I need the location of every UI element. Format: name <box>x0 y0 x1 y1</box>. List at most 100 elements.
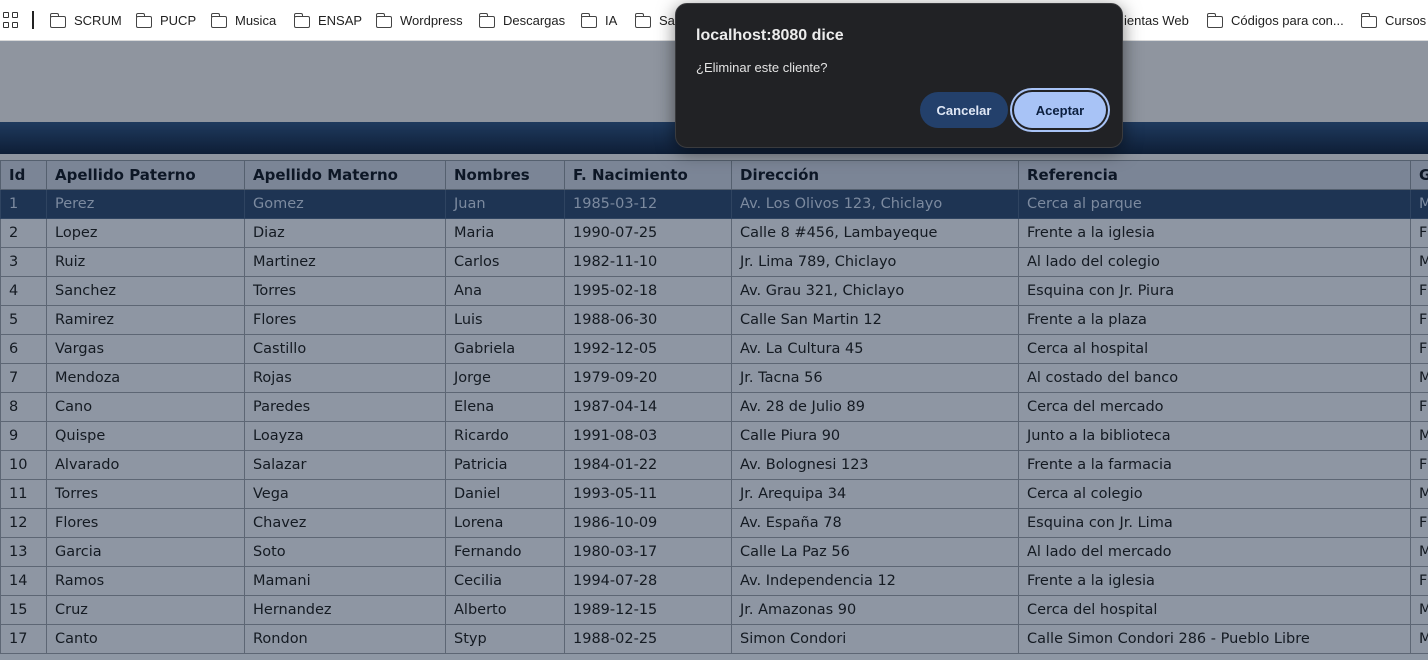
table-cell: Frente a la iglesia <box>1018 218 1411 248</box>
bookmark-label: IA <box>605 13 618 28</box>
table-row[interactable]: 1 Perez Gomez Juan 1985-03-12 Av. Los Olivos … <box>0 189 1428 219</box>
table-cell: 1990-07-25 <box>564 218 732 248</box>
folder-icon <box>1360 12 1377 28</box>
cancel-button[interactable]: Cancelar <box>920 92 1008 128</box>
folder-icon <box>1206 12 1223 28</box>
table-row[interactable]: 13 Garcia Soto Fernando 1980-03-17 Calle La P… <box>0 537 1428 567</box>
bookmark-label: Wordpress <box>400 13 463 28</box>
table-cell: F <box>1410 218 1428 248</box>
table-cell: 1991-08-03 <box>564 421 732 451</box>
table-cell: Quispe <box>46 421 245 451</box>
column-header: Nombres <box>445 160 565 190</box>
column-header: Referencia <box>1018 160 1411 190</box>
column-header: F. Nacimiento <box>564 160 732 190</box>
table-row[interactable]: 15 Cruz Hernandez Alberto 1989-12-15 Jr. Amaz… <box>0 595 1428 625</box>
table-cell: M <box>1410 479 1428 509</box>
table-cell: 1988-06-30 <box>564 305 732 335</box>
table-cell: Av. España 78 <box>731 508 1019 538</box>
apps-grid-icon[interactable] <box>3 12 19 28</box>
table-row[interactable]: 7 Mendoza Rojas Jorge 1979-09-20 Jr. Tacna 56… <box>0 363 1428 393</box>
table-cell: Av. Los Olivos 123, Chiclayo <box>731 189 1019 219</box>
folder-icon <box>49 12 66 28</box>
table-cell: 15 <box>0 595 47 625</box>
table-cell: Jr. Lima 789, Chiclayo <box>731 247 1019 277</box>
column-header: G <box>1410 160 1428 190</box>
table-cell: 10 <box>0 450 47 480</box>
table-cell: 1987-04-14 <box>564 392 732 422</box>
table-cell: 1992-12-05 <box>564 334 732 364</box>
table-header-row: Id Apellido Paterno Apellido Materno Nombre… <box>0 160 1428 190</box>
bookmark-folder[interactable]: PUCP <box>135 0 197 40</box>
bookmark-label: PUCP <box>160 13 197 28</box>
table-row[interactable]: 5 Ramirez Flores Luis 1988-06-30 Calle San Ma… <box>0 305 1428 335</box>
table-row[interactable]: 12 Flores Chavez Lorena 1986-10-09 Av. España… <box>0 508 1428 538</box>
table-cell: F <box>1410 450 1428 480</box>
table-cell: Alberto <box>445 595 565 625</box>
table-cell: Maria <box>445 218 565 248</box>
table-cell: Al lado del mercado <box>1018 537 1411 567</box>
table-row[interactable]: 14 Ramos Mamani Cecilia 1994-07-28 Av. Indepe… <box>0 566 1428 596</box>
column-header: Apellido Materno <box>244 160 446 190</box>
bookmark-folder[interactable]: ientas Web <box>1124 0 1189 40</box>
table-cell: 1993-05-11 <box>564 479 732 509</box>
table-row[interactable]: 9 Quispe Loayza Ricardo 1991-08-03 Calle Piur… <box>0 421 1428 451</box>
accept-button[interactable]: Aceptar <box>1014 92 1106 128</box>
table-cell: M <box>1410 624 1428 654</box>
table-cell: Al lado del colegio <box>1018 247 1411 277</box>
table-cell: Calle Simon Condori 286 - Pueblo Libre <box>1018 624 1411 654</box>
table-row[interactable]: 17 Canto Rondon Styp 1988-02-25 Simon Condori… <box>0 624 1428 654</box>
table-row[interactable]: 11 Torres Vega Daniel 1993-05-11 Jr. Arequipa… <box>0 479 1428 509</box>
table-cell: 1994-07-28 <box>564 566 732 596</box>
table-cell: Cano <box>46 392 245 422</box>
table-cell: Jr. Amazonas 90 <box>731 595 1019 625</box>
table-cell: Cerca al colegio <box>1018 479 1411 509</box>
table-row[interactable]: 4 Sanchez Torres Ana 1995-02-18 Av. Grau 321,… <box>0 276 1428 306</box>
table-cell: 8 <box>0 392 47 422</box>
table-row[interactable]: 3 Ruiz Martinez Carlos 1982-11-10 Jr. Lima 78… <box>0 247 1428 277</box>
table-row[interactable]: 8 Cano Paredes Elena 1987-04-14 Av. 28 de Jul… <box>0 392 1428 422</box>
folder-icon <box>634 12 651 28</box>
bookmark-folder[interactable]: Cursos <box>1360 0 1426 40</box>
table-cell: Frente a la farmacia <box>1018 450 1411 480</box>
table-cell: Torres <box>244 276 446 306</box>
bookmark-folder[interactable]: Códigos para con... <box>1206 0 1344 40</box>
bookmark-folder[interactable]: SCRUM <box>49 0 122 40</box>
bookmark-folder[interactable]: IA <box>580 0 618 40</box>
bookmarks-separator <box>32 11 34 29</box>
dialog-message: ¿Eliminar este cliente? <box>696 60 828 75</box>
table-cell: Martinez <box>244 247 446 277</box>
bookmark-folder[interactable]: Wordpress <box>375 0 463 40</box>
table-cell: F <box>1410 276 1428 306</box>
dialog-title: localhost:8080 dice <box>696 27 844 44</box>
table-cell: 1995-02-18 <box>564 276 732 306</box>
bookmark-folder[interactable]: Sa <box>634 0 675 40</box>
table-cell: 1980-03-17 <box>564 537 732 567</box>
table-cell: M <box>1410 595 1428 625</box>
column-header: Dirección <box>731 160 1019 190</box>
confirm-dialog: localhost:8080 dice ¿Eliminar este clien… <box>675 3 1123 148</box>
bookmark-folder[interactable]: Musica <box>210 0 276 40</box>
table-row[interactable]: 10 Alvarado Salazar Patricia 1984-01-22 Av. B… <box>0 450 1428 480</box>
table-cell: 1986-10-09 <box>564 508 732 538</box>
table-row[interactable]: 6 Vargas Castillo Gabriela 1992-12-05 Av. La … <box>0 334 1428 364</box>
table-cell: Torres <box>46 479 245 509</box>
table-cell: Lorena <box>445 508 565 538</box>
table-cell: Juan <box>445 189 565 219</box>
bookmark-label: ENSAP <box>318 13 363 28</box>
table-row[interactable]: 2 Lopez Diaz Maria 1990-07-25 Calle 8 #456, L… <box>0 218 1428 248</box>
table-cell: Al costado del banco <box>1018 363 1411 393</box>
column-header: Id <box>0 160 47 190</box>
table-cell: M <box>1410 537 1428 567</box>
table-cell: Chavez <box>244 508 446 538</box>
table-cell: Calle San Martin 12 <box>731 305 1019 335</box>
bookmark-folder[interactable]: Descargas <box>478 0 565 40</box>
table-cell: F <box>1410 508 1428 538</box>
table-cell: 1 <box>0 189 47 219</box>
table-cell: 1988-02-25 <box>564 624 732 654</box>
table-cell: Calle Piura 90 <box>731 421 1019 451</box>
table-cell: Esquina con Jr. Lima <box>1018 508 1411 538</box>
table-cell: Diaz <box>244 218 446 248</box>
table-cell: 1982-11-10 <box>564 247 732 277</box>
table-cell: Garcia <box>46 537 245 567</box>
bookmark-folder[interactable]: ENSAP <box>293 0 363 40</box>
